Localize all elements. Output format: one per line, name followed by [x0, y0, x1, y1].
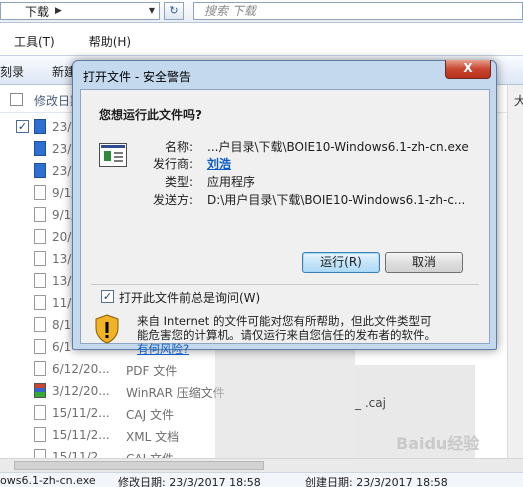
always-ask-label[interactable]: 打开此文件前总是询问(W): [119, 289, 260, 306]
clipped-column: 大: [514, 94, 523, 108]
always-ask-checkbox[interactable]: ✓: [101, 290, 114, 303]
status-filename: ows6.1-zh-cn.exe: [0, 474, 96, 487]
setup-icon: [34, 163, 46, 178]
run-button[interactable]: 运行(R): [302, 252, 380, 273]
file-icon: [34, 317, 46, 332]
row-date: 6/12/20...: [52, 362, 110, 376]
close-button[interactable]: X: [445, 60, 491, 79]
status-bar: ows6.1-zh-cn.exe 修改日期: 23/3/2017 18:58 创…: [0, 472, 523, 487]
type-value: 应用程序: [207, 175, 256, 189]
row-date: 3/12/20...: [52, 384, 110, 398]
address-dropdown-icon[interactable]: ▼: [146, 4, 158, 18]
row-date: 15/11/2...: [52, 406, 110, 420]
select-all-checkbox[interactable]: [10, 93, 23, 106]
row-type: WinRAR 压缩文件: [126, 386, 225, 400]
type-label: 类型:: [164, 175, 193, 189]
name-value: ...户目录\下载\BOIE10-Windows6.1-zh-cn.exe: [207, 140, 469, 154]
ie-icon: [34, 119, 46, 134]
scroll-thumb[interactable]: [14, 461, 264, 470]
menu-bar: 工具(T) 帮助(H): [0, 31, 523, 51]
horizontal-scrollbar[interactable]: [0, 458, 523, 472]
warning-shield-icon: [95, 314, 119, 344]
rar-icon: [34, 383, 46, 398]
security-warning-dialog: 打开文件 - 安全警告 X 您想运行此文件吗? 名称: ...户目录\下载\BO…: [72, 60, 497, 356]
menu-tools[interactable]: 工具(T): [14, 33, 55, 50]
warning-panel: 来自 Internet 的文件可能对您有所帮助，但此文件类型可 能危害您的计算机…: [82, 307, 488, 356]
cancel-button[interactable]: 取消: [385, 252, 463, 273]
from-label: 发送方:: [152, 193, 193, 207]
app-icon: [34, 141, 46, 156]
file-icon: [34, 405, 46, 420]
publisher-link[interactable]: 刘浩: [207, 155, 231, 172]
row-date: 6/1: [52, 340, 72, 354]
row-type: XML 文档: [126, 430, 180, 444]
file-icon: [34, 207, 46, 222]
warning-line-1: 来自 Internet 的文件可能对您有所帮助，但此文件类型可: [137, 314, 432, 328]
warning-line-2: 能危害您的计算机。请仅运行来自您信任的发布者的软件。: [137, 328, 436, 342]
warning-text: 来自 Internet 的文件可能对您有所帮助，但此文件类型可 能危害您的计算机…: [137, 314, 467, 356]
dialog-title: 打开文件 - 安全警告: [83, 70, 191, 84]
file-icon: [34, 229, 46, 244]
file-icon: [34, 339, 46, 354]
what-is-the-risk-link[interactable]: 有何风险?: [137, 342, 467, 356]
address-box[interactable]: 下载 ▶: [0, 2, 160, 20]
menu-help[interactable]: 帮助(H): [89, 33, 131, 50]
file-icon: [34, 427, 46, 442]
row-type: CAJ 文件: [126, 408, 174, 422]
file-icon: [34, 273, 46, 288]
from-value: D:\用户目录\下载\BOIE10-Windows6.1-zh-c...: [207, 193, 466, 207]
file-icon: [34, 295, 46, 310]
divider: [91, 284, 479, 285]
dialog-body: 您想运行此文件吗? 名称: ...户目录\下载\BOIE10-Windows6.…: [80, 89, 490, 356]
row-checkbox[interactable]: ✓: [16, 120, 29, 133]
status-modified: 修改日期: 23/3/2017 18:58: [118, 476, 261, 487]
breadcrumb-arrow-icon[interactable]: ▶: [55, 6, 62, 16]
status-created: 创建日期: 23/3/2017 18:58: [305, 476, 448, 487]
search-input[interactable]: 搜索 下载: [193, 2, 523, 20]
file-icon: [34, 185, 46, 200]
vertical-scrollbar[interactable]: [507, 85, 523, 458]
refresh-button[interactable]: ↻: [164, 2, 184, 20]
address-bar: 下载 ▶ ▼ ↻ 搜索 下载: [0, 0, 523, 23]
address-text: 下载: [25, 4, 50, 19]
publisher-label: 发行商:: [152, 157, 193, 171]
file-icon: [34, 361, 46, 376]
mosaic-region: [215, 350, 355, 470]
row-date: 15/11/2...: [52, 428, 110, 442]
file-icon: [34, 251, 46, 266]
watermark: Baidu经验: [396, 434, 480, 453]
row-type: PDF 文件: [126, 364, 178, 378]
executable-icon: [99, 143, 127, 167]
run-question: 您想运行此文件吗?: [99, 108, 202, 122]
name-label: 名称:: [164, 140, 193, 154]
file-name-fragment: _ .caj: [355, 396, 386, 410]
burn-button[interactable]: 刻录: [0, 63, 24, 80]
